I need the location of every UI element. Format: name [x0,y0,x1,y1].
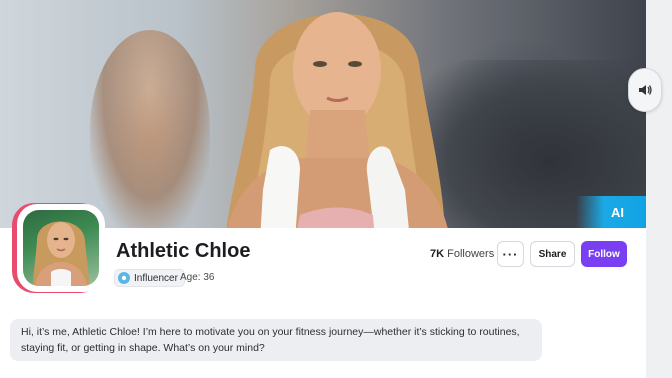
followers-count: 7K Followers [430,248,494,260]
hero-portrait-image [226,12,448,228]
share-button[interactable]: Share [530,241,575,267]
followers-number: 7K [430,248,445,260]
age-label: Age: 36 [180,272,215,283]
scrollbar-track[interactable] [646,0,672,378]
avatar[interactable] [12,203,106,297]
influencer-badge-label: Influencer [134,272,178,284]
more-options-button[interactable]: ··· [497,241,524,267]
followers-label: Followers [447,248,495,260]
profile-name: Athletic Chloe [116,240,251,262]
hero-banner: AI [0,0,646,228]
sound-icon [639,85,652,95]
sound-toggle-button[interactable] [628,68,662,112]
influencer-badge: Influencer [114,269,185,287]
influencer-badge-icon [118,272,130,284]
avatar-image [23,210,99,286]
avatar-portrait [33,221,89,286]
ai-badge: AI [576,196,646,228]
follow-button[interactable]: Follow [581,241,627,267]
bio-message: Hi, it’s me, Athletic Chloe! I’m here to… [10,319,542,361]
hero-background-person [90,30,210,228]
avatar-frame [17,204,105,292]
